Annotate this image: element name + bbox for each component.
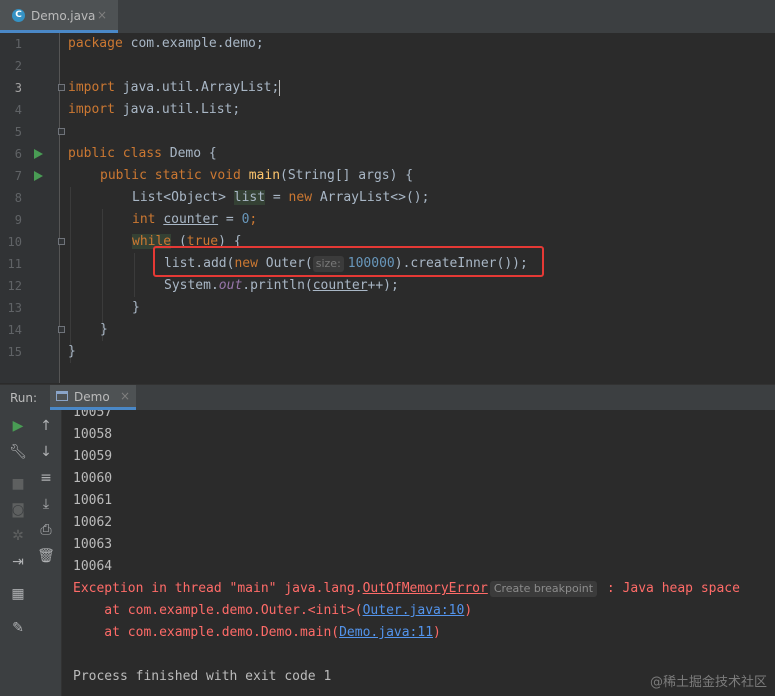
- exit-status-line: Process finished with exit code 1: [73, 669, 332, 684]
- exit-icon[interactable]: ⇥: [8, 552, 28, 572]
- close-icon[interactable]: ×: [97, 8, 107, 22]
- print-icon[interactable]: ⎙: [36, 520, 56, 540]
- tab-label: Demo.java: [31, 9, 96, 23]
- line-number: 1: [14, 37, 22, 51]
- camera-icon[interactable]: ◙: [8, 500, 28, 520]
- line-number: 2: [14, 59, 22, 73]
- run-main-icon[interactable]: [34, 171, 43, 181]
- console-line: 10058: [73, 427, 113, 442]
- indent-guide: [70, 187, 71, 363]
- code-line-1: package com.example.demo;: [68, 36, 264, 51]
- down-arrow-icon[interactable]: ↓: [36, 442, 56, 462]
- line-number: 11: [7, 257, 22, 271]
- indent-guide: [134, 253, 135, 297]
- line-number: 12: [7, 279, 22, 293]
- editor-tab-bar: C Demo.java ×: [0, 0, 775, 34]
- watermark: @稀土掘金技术社区: [649, 675, 767, 690]
- fold-marker-icon[interactable]: [58, 128, 65, 135]
- code-line-15: }: [68, 344, 76, 359]
- console-line: 10057: [73, 410, 113, 420]
- exception-class-link[interactable]: OutOfMemoryError: [363, 581, 488, 596]
- rerun-icon[interactable]: ▶: [8, 416, 28, 436]
- line-number: 3: [14, 81, 22, 95]
- soft-wrap-icon[interactable]: ≡: [36, 468, 56, 488]
- line-gutter: 1 2 3 4 5 6 7 8 9 10 11 12 13 14 15: [0, 33, 65, 383]
- text-caret: [279, 79, 281, 96]
- line-number: 7: [14, 169, 22, 183]
- run-tool-strip: ▶ 🔧︎ ■ ◙ ✲ ⇥ ▦ ✎ ↑ ↓ ≡ ⤓ ⎙ 🗑︎: [0, 410, 62, 696]
- line-number: 14: [7, 323, 22, 337]
- line-number: 13: [7, 301, 22, 315]
- close-icon[interactable]: ×: [120, 389, 130, 403]
- trash-icon[interactable]: 🗑︎: [36, 546, 56, 566]
- exception-line: Exception in thread "main" java.lang.Out…: [73, 581, 740, 597]
- console-line: 10063: [73, 537, 113, 552]
- code-line-8: List<Object> list = new ArrayList<>();: [132, 190, 430, 205]
- stack-trace-line: at com.example.demo.Outer.<init>(Outer.j…: [73, 603, 473, 618]
- line-number: 6: [14, 147, 22, 161]
- line-number: 10: [7, 235, 22, 249]
- scroll-to-end-icon[interactable]: ⤓: [36, 494, 56, 514]
- highlight-box: [153, 246, 544, 277]
- code-editor[interactable]: 1 2 3 4 5 6 7 8 9 10 11 12 13 14 15 pack…: [0, 33, 775, 383]
- line-number: 9: [14, 213, 22, 227]
- up-arrow-icon[interactable]: ↑: [36, 416, 56, 436]
- outer-java-link[interactable]: Outer.java:10: [363, 603, 465, 618]
- console-line: 10062: [73, 515, 113, 530]
- run-toolbar: Run: Demo ×: [0, 384, 775, 411]
- code-line-14: }: [100, 322, 108, 337]
- console-line: 10059: [73, 449, 113, 464]
- pin-icon[interactable]: ✎: [8, 618, 28, 638]
- code-line-4: import java.util.List;: [68, 102, 241, 117]
- run-label: Run:: [10, 391, 38, 405]
- fold-marker-icon[interactable]: [58, 84, 65, 91]
- code-line-3: import java.util.ArrayList;: [68, 79, 281, 96]
- debug-bug-icon[interactable]: ✲: [8, 526, 28, 546]
- layout-icon[interactable]: ▦: [8, 584, 28, 604]
- line-number: 15: [7, 345, 22, 359]
- stack-trace-line: at com.example.demo.Demo.main(Demo.java:…: [73, 625, 441, 640]
- wrench-icon[interactable]: 🔧︎: [8, 442, 28, 462]
- tab-demo-java[interactable]: C Demo.java ×: [0, 0, 118, 33]
- code-line-9: int counter = 0;: [132, 212, 258, 227]
- console-line: 10060: [73, 471, 113, 486]
- code-line-6: public class Demo {: [68, 146, 217, 161]
- code-line-7: public static void main(String[] args) {: [100, 168, 414, 183]
- console-icon: [56, 391, 68, 401]
- console-output[interactable]: 10057 10058 10059 10060 10061 10062 1006…: [62, 410, 775, 696]
- fold-marker-icon[interactable]: [58, 238, 65, 245]
- class-icon: C: [12, 9, 25, 22]
- tab-run-demo[interactable]: Demo ×: [50, 385, 136, 410]
- code-line-13: }: [132, 300, 140, 315]
- demo-java-link[interactable]: Demo.java:11: [339, 625, 433, 640]
- run-class-icon[interactable]: [34, 149, 43, 159]
- line-number: 8: [14, 191, 22, 205]
- stop-icon[interactable]: ■: [8, 474, 28, 494]
- console-line: 10064: [73, 559, 113, 574]
- line-number: 5: [14, 125, 22, 139]
- fold-marker-icon[interactable]: [58, 326, 65, 333]
- create-breakpoint-button[interactable]: Create breakpoint: [489, 581, 598, 597]
- code-line-12: System.out.println(counter++);: [164, 278, 399, 293]
- run-tab-label: Demo: [74, 390, 110, 404]
- console-line: 10061: [73, 493, 113, 508]
- line-number: 4: [14, 103, 22, 117]
